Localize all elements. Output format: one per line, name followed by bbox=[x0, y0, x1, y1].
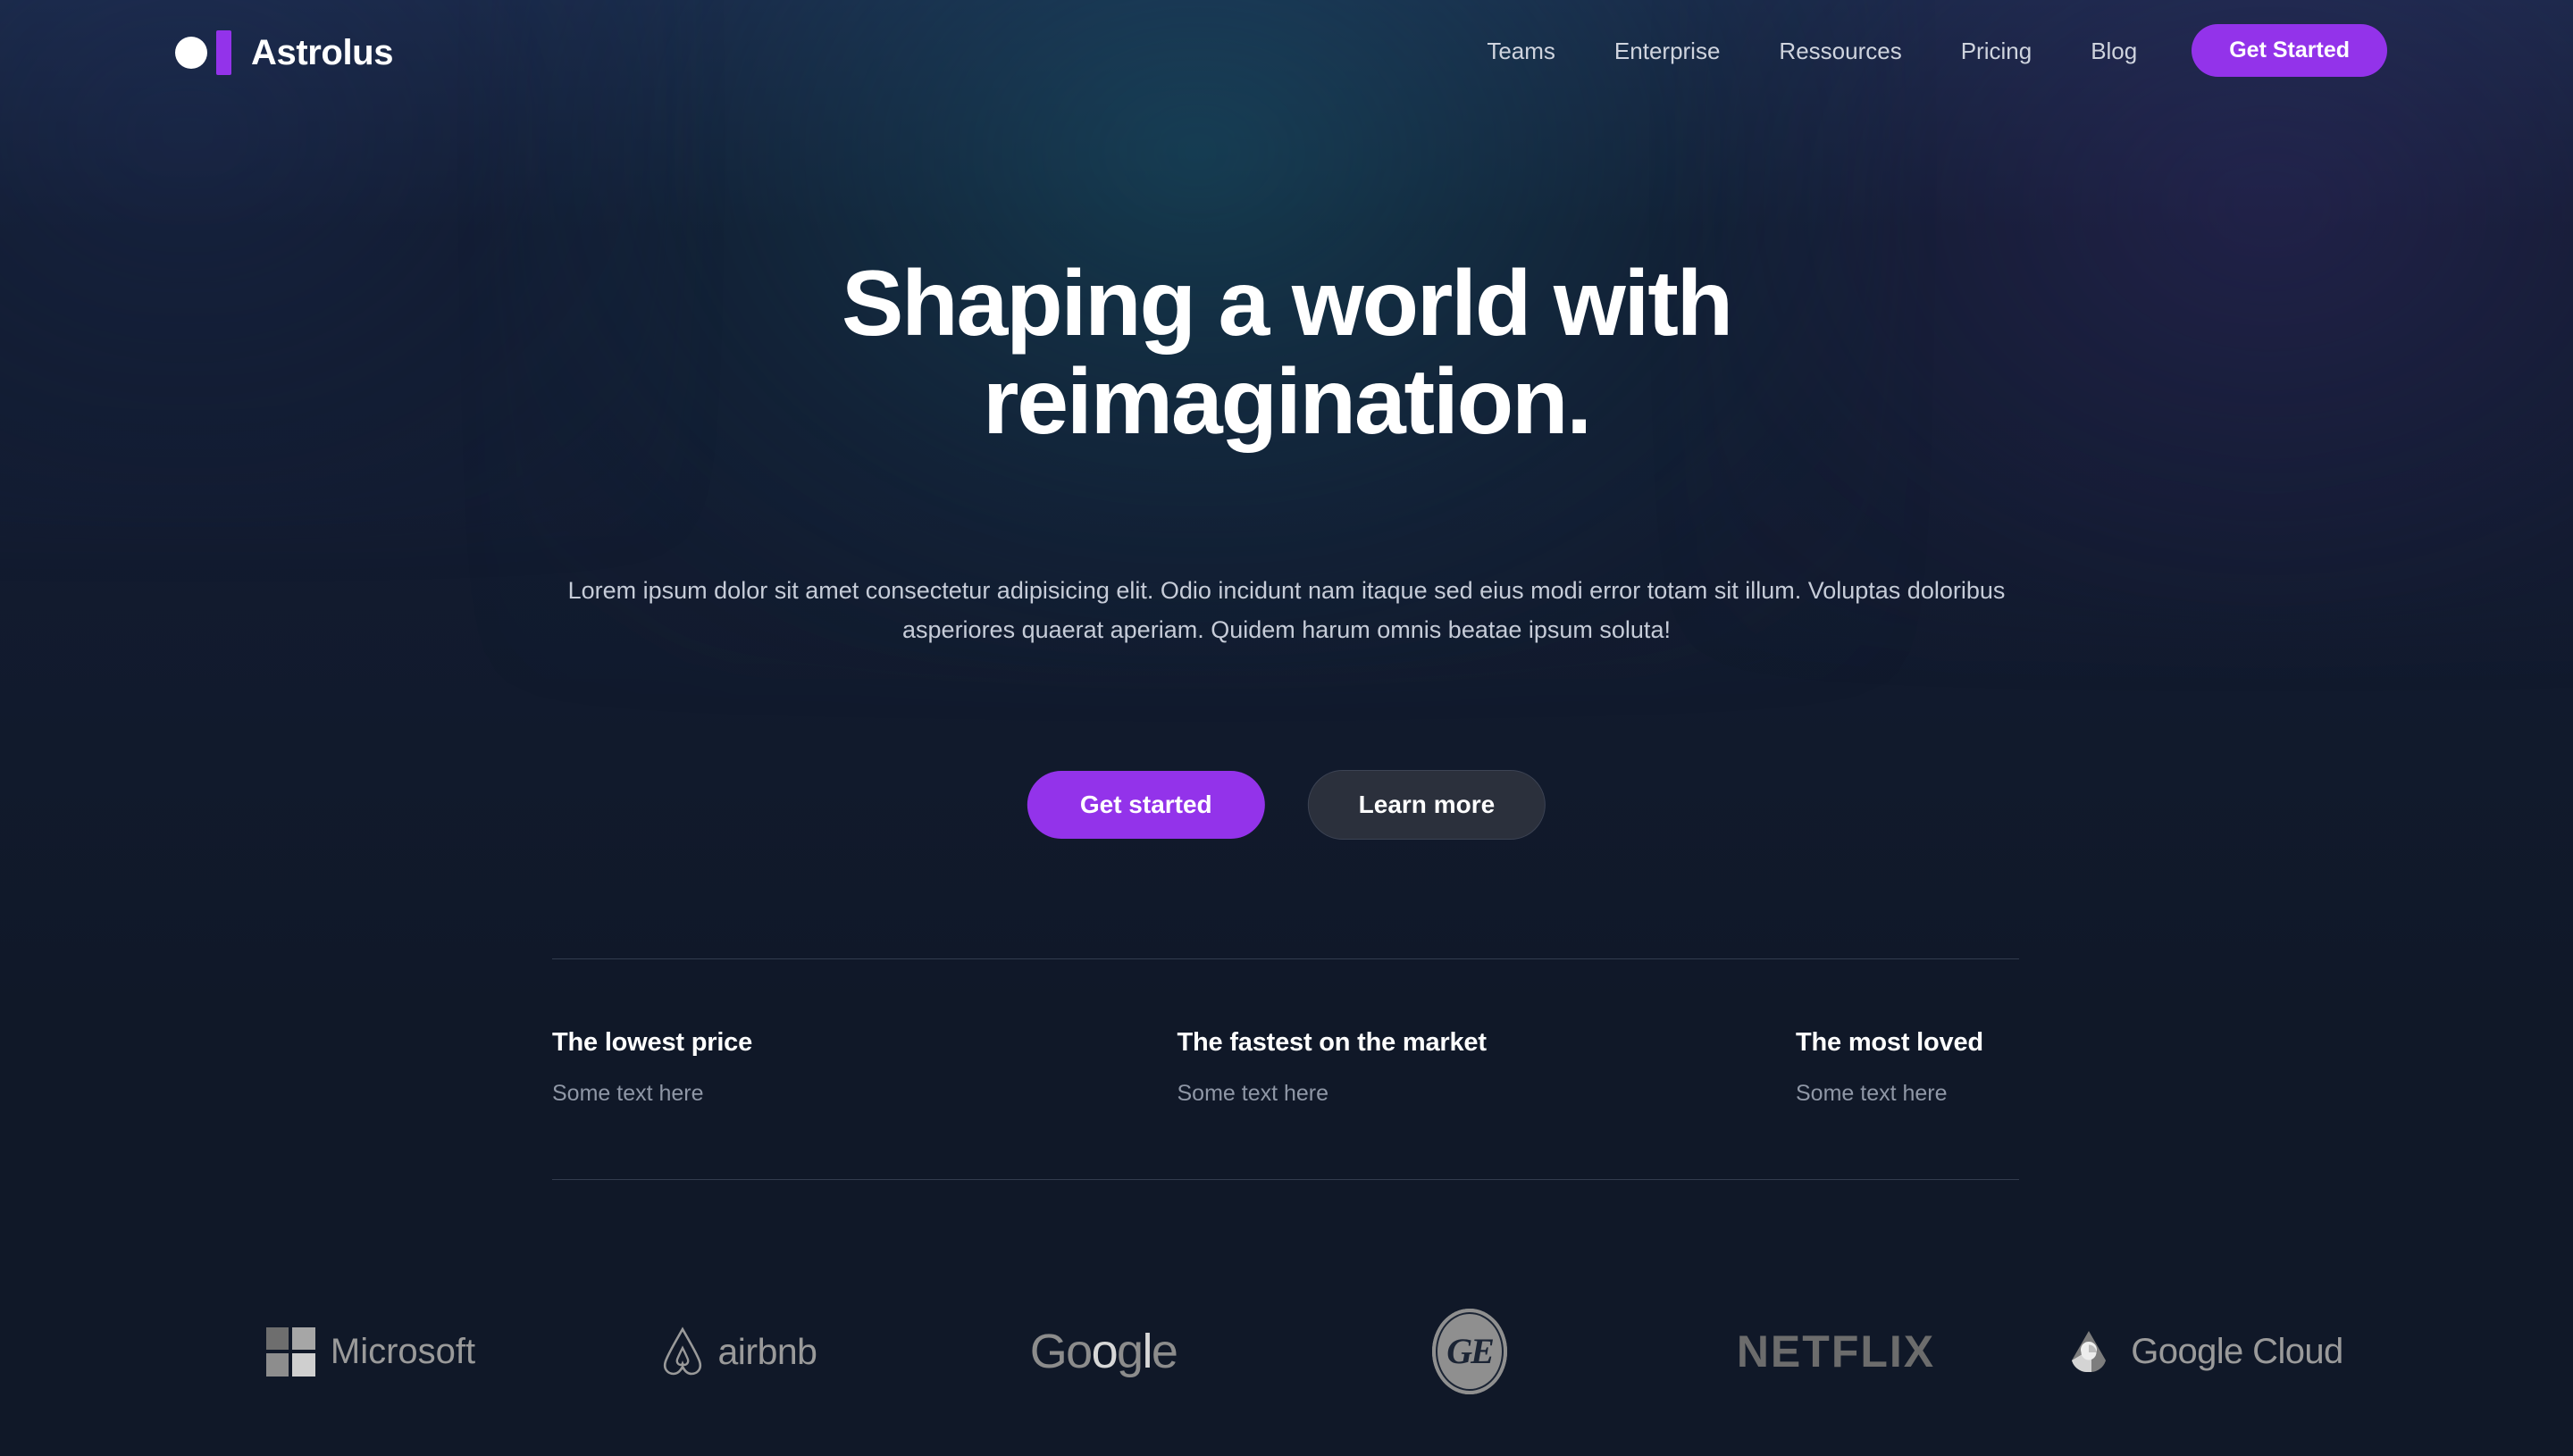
airbnb-wordmark: airbnb bbox=[717, 1330, 817, 1372]
logo-netflix: NETFLIX bbox=[1653, 1276, 2019, 1427]
google-logo-icon: Google bbox=[1030, 1327, 1178, 1376]
microsoft-square-1 bbox=[265, 1326, 289, 1350]
hero-actions: Get started Learn more bbox=[1027, 770, 1546, 840]
logo-google-cloud: Google Cloud bbox=[2019, 1276, 2385, 1427]
customer-logo-strip: Microsoft airbnb Google GE NETFLIX Googl… bbox=[0, 1276, 2573, 1427]
site-header: Astrolus Teams Enterprise Ressources Pri… bbox=[0, 0, 2573, 121]
hero-get-started-button[interactable]: Get started bbox=[1027, 771, 1265, 839]
feature-text: Some text here bbox=[1177, 1081, 1329, 1106]
google-letter-g2: g bbox=[1117, 1325, 1144, 1378]
microsoft-squares-icon bbox=[265, 1326, 315, 1377]
features-divider-bottom bbox=[552, 1179, 2019, 1180]
brand-circle-icon bbox=[175, 37, 207, 69]
feature-text: Some text here bbox=[552, 1081, 704, 1106]
netflix-logo-icon: NETFLIX bbox=[1737, 1329, 1935, 1374]
google-cloud-cloud-icon bbox=[2072, 1331, 2107, 1372]
ge-monogram: GE bbox=[1446, 1331, 1495, 1371]
feature-text: Some text here bbox=[1796, 1081, 1948, 1106]
microsoft-square-2 bbox=[292, 1326, 315, 1350]
nav-link-pricing[interactable]: Pricing bbox=[1932, 39, 2061, 63]
feature-fastest-on-market: The fastest on the market Some text here bbox=[1171, 1030, 1797, 1105]
nav-link-ressources[interactable]: Ressources bbox=[1749, 39, 1931, 63]
feature-title: The lowest price bbox=[552, 1028, 753, 1057]
feature-title: The most loved bbox=[1796, 1028, 1983, 1057]
features-row: The lowest price Some text here The fast… bbox=[552, 959, 2019, 1179]
google-letter-e: e bbox=[1151, 1325, 1178, 1378]
netflix-wordmark: NETFLIX bbox=[1736, 1326, 1936, 1377]
google-letter-l: l bbox=[1142, 1325, 1152, 1378]
brand-name: Astrolus bbox=[251, 33, 394, 72]
airbnb-bezo-icon bbox=[663, 1326, 701, 1376]
feature-lowest-price: The lowest price Some text here bbox=[552, 1030, 1171, 1105]
hero-title: Shaping a world with reimagination. bbox=[393, 255, 2180, 451]
hero-title-line-1: Shaping a world with bbox=[841, 252, 1733, 356]
brand-bar-icon bbox=[216, 30, 231, 75]
header-get-started-button[interactable]: Get Started bbox=[2192, 24, 2387, 77]
google-cloud-logo-icon: Google Cloud bbox=[2061, 1329, 2343, 1374]
google-letter-o2: o bbox=[1091, 1325, 1119, 1378]
microsoft-square-4 bbox=[292, 1353, 315, 1377]
microsoft-wordmark: Microsoft bbox=[330, 1332, 476, 1371]
logo-google: Google bbox=[920, 1276, 1286, 1427]
feature-title: The fastest on the market bbox=[1177, 1028, 1488, 1057]
nav-link-teams[interactable]: Teams bbox=[1457, 39, 1585, 63]
feature-most-loved: The most loved Some text here bbox=[1796, 1030, 2019, 1105]
google-letter-g1: G bbox=[1029, 1325, 1068, 1378]
nav-link-blog[interactable]: Blog bbox=[2061, 39, 2167, 63]
logo-ge: GE bbox=[1286, 1276, 1653, 1427]
hero-learn-more-button[interactable]: Learn more bbox=[1307, 770, 1546, 840]
microsoft-logo-icon: Microsoft bbox=[265, 1326, 476, 1377]
ge-logo-icon: GE bbox=[1432, 1309, 1507, 1394]
hero-subtitle: Lorem ipsum dolor sit amet consectetur a… bbox=[567, 577, 2006, 643]
landing-page: Astrolus Teams Enterprise Ressources Pri… bbox=[0, 0, 2573, 1456]
google-letter-o1: o bbox=[1066, 1325, 1093, 1378]
logo-microsoft: Microsoft bbox=[188, 1276, 554, 1427]
main-navigation: Teams Enterprise Ressources Pricing Blog… bbox=[1457, 24, 2387, 77]
logo-airbnb: airbnb bbox=[554, 1276, 920, 1427]
google-wordmark: Google bbox=[1030, 1325, 1178, 1378]
nav-link-enterprise[interactable]: Enterprise bbox=[1585, 39, 1750, 63]
airbnb-logo-icon: airbnb bbox=[658, 1325, 817, 1378]
microsoft-square-3 bbox=[265, 1353, 289, 1377]
features-section: The lowest price Some text here The fast… bbox=[552, 958, 2019, 1180]
hero-title-line-2: reimagination. bbox=[983, 350, 1592, 455]
google-cloud-wordmark: Google Cloud bbox=[2131, 1332, 2343, 1371]
brand-logo[interactable]: Astrolus bbox=[175, 30, 393, 75]
